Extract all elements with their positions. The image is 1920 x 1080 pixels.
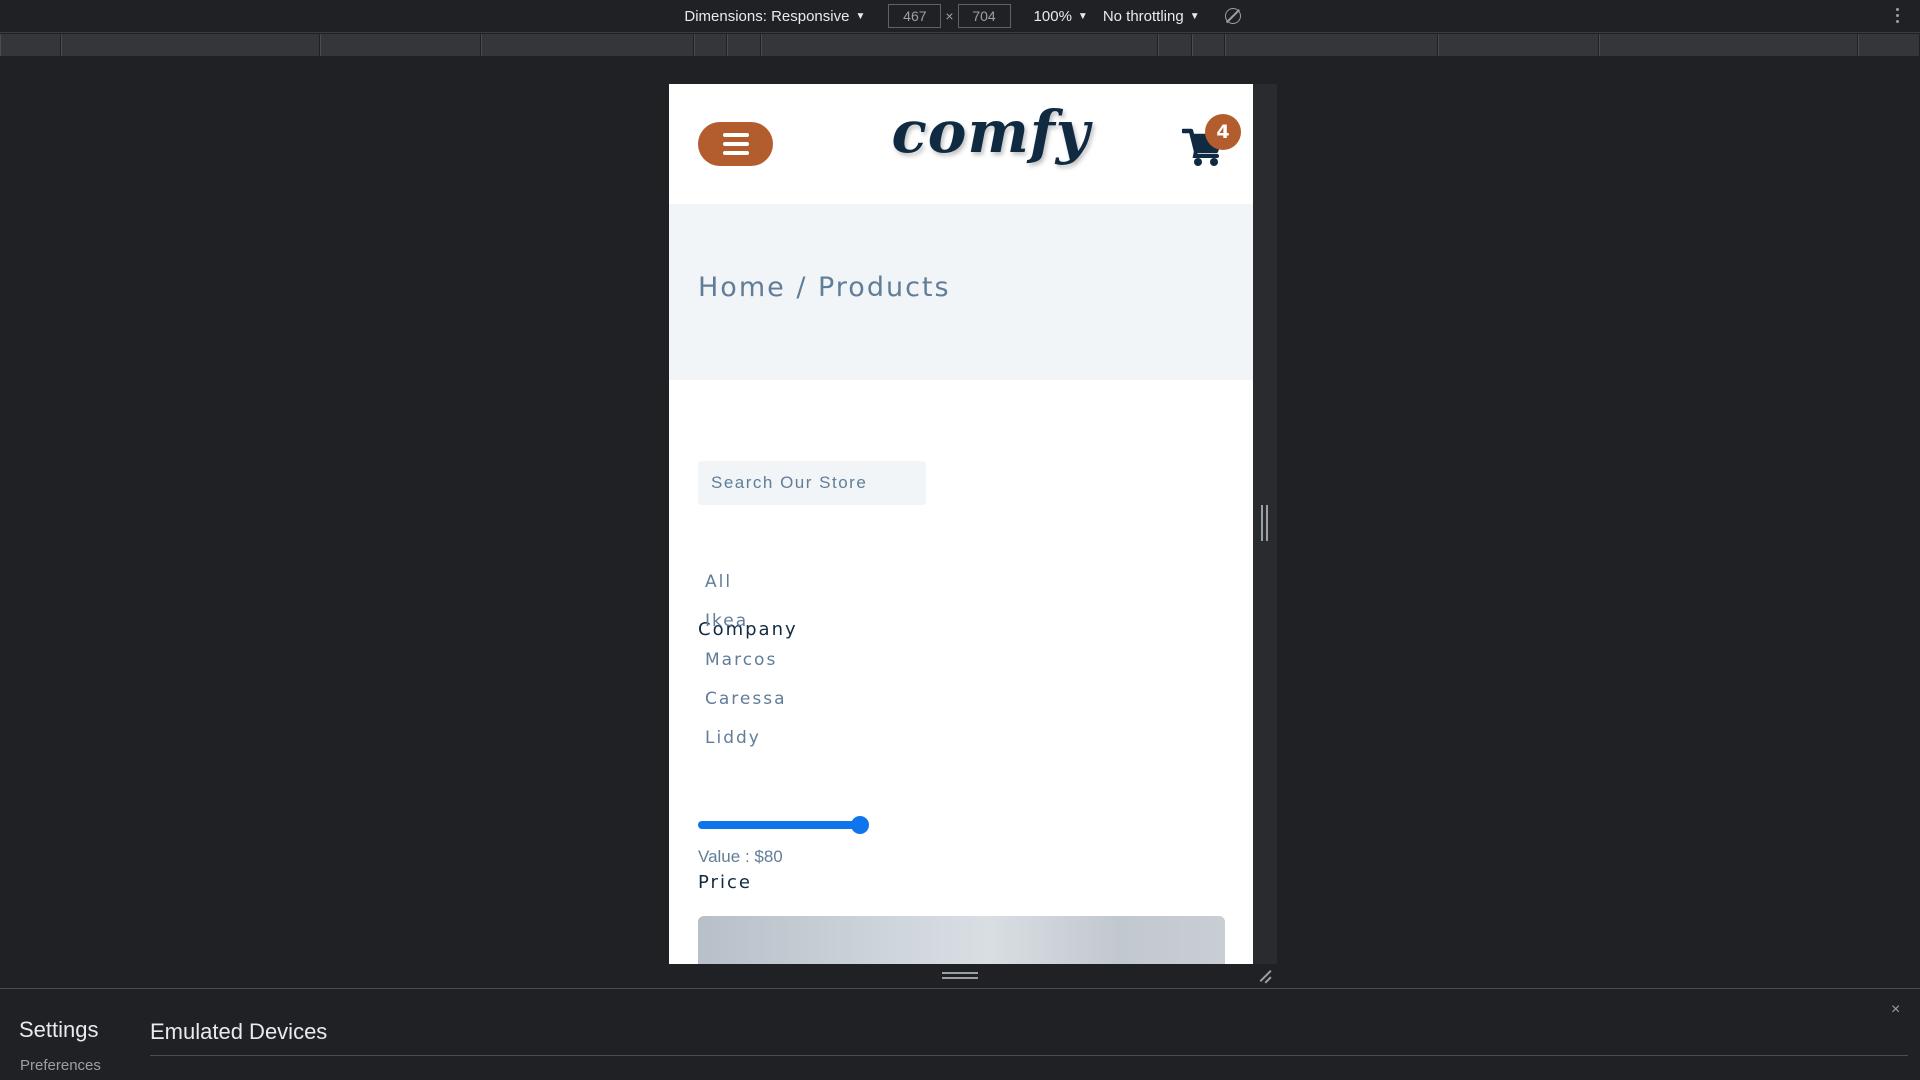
media-query-bar[interactable] xyxy=(761,34,1158,56)
slider-fill xyxy=(698,821,860,829)
zoom-label: 100% xyxy=(1033,7,1072,25)
product-image[interactable] xyxy=(698,916,1225,964)
settings-drawer: Settings Preferences Emulated Devices × xyxy=(0,988,1920,1080)
search-input[interactable] xyxy=(698,461,926,505)
chevron-down-icon: ▼ xyxy=(855,10,866,22)
rotate-icon[interactable] xyxy=(1224,8,1241,24)
zoom-dropdown[interactable]: 100% ▼ xyxy=(1034,8,1088,25)
times-sign: × xyxy=(945,8,954,24)
cart-count-badge: 4 xyxy=(1205,114,1241,150)
media-query-ruler xyxy=(0,34,1920,56)
dimensions-label: Dimensions: Responsive xyxy=(684,7,850,25)
media-query-bar[interactable] xyxy=(61,34,320,56)
device-toolbar: Dimensions: Responsive ▼ 467 × 704 100% … xyxy=(0,0,1920,33)
media-query-bar[interactable] xyxy=(694,34,727,56)
media-query-bar[interactable] xyxy=(0,34,61,56)
width-input[interactable]: 467 xyxy=(888,4,942,28)
settings-title: Settings xyxy=(19,1017,99,1042)
media-query-bar[interactable] xyxy=(1225,34,1438,56)
media-query-bar[interactable] xyxy=(1599,34,1858,56)
more-vertical-icon[interactable] xyxy=(1896,8,1900,23)
media-query-bar[interactable] xyxy=(320,34,481,56)
logo[interactable]: comfy xyxy=(669,98,1253,166)
company-item-ikea[interactable]: Ikea xyxy=(705,611,787,650)
company-item-all[interactable]: All xyxy=(705,572,787,611)
height-input[interactable]: 704 xyxy=(957,4,1011,28)
price-slider[interactable] xyxy=(698,815,869,835)
media-query-bar[interactable] xyxy=(1858,34,1920,56)
device-viewport: comfy 4 Home / Products Company All Ikea… xyxy=(669,84,1253,964)
site-header: comfy 4 xyxy=(669,84,1253,204)
throttling-dropdown[interactable]: No throttling ▼ xyxy=(1103,8,1200,25)
chevron-down-icon: ▼ xyxy=(1077,10,1088,22)
company-item-caressa[interactable]: Caressa xyxy=(705,689,787,728)
resize-handle-corner[interactable] xyxy=(1256,968,1272,984)
throttling-label: No throttling xyxy=(1102,7,1184,25)
page-hero: Home / Products xyxy=(669,204,1253,380)
media-query-bar[interactable] xyxy=(1438,34,1599,56)
media-query-bar[interactable] xyxy=(727,34,761,56)
resize-handle-right[interactable] xyxy=(1261,505,1268,541)
divider xyxy=(150,1055,1908,1056)
media-query-bar[interactable] xyxy=(481,34,694,56)
media-query-bar[interactable] xyxy=(1192,34,1225,56)
breadcrumb: Home / Products xyxy=(698,272,951,303)
company-item-marcos[interactable]: Marcos xyxy=(705,650,787,689)
price-value: Value : $80 xyxy=(698,847,783,866)
emulated-devices-heading: Emulated Devices xyxy=(150,1019,328,1044)
settings-nav-preferences[interactable]: Preferences xyxy=(20,1057,101,1074)
media-query-bar[interactable] xyxy=(1158,34,1192,56)
company-list: All Ikea Marcos Caressa Liddy xyxy=(705,572,787,767)
price-filter-title: Price xyxy=(698,872,752,893)
chevron-down-icon: ▼ xyxy=(1189,10,1200,22)
dimensions-dropdown[interactable]: Dimensions: Responsive ▼ xyxy=(684,8,865,25)
close-icon[interactable]: × xyxy=(1891,1001,1900,1019)
resize-handle-bottom[interactable] xyxy=(942,972,978,979)
company-item-liddy[interactable]: Liddy xyxy=(705,728,787,767)
slider-thumb[interactable] xyxy=(851,816,869,834)
